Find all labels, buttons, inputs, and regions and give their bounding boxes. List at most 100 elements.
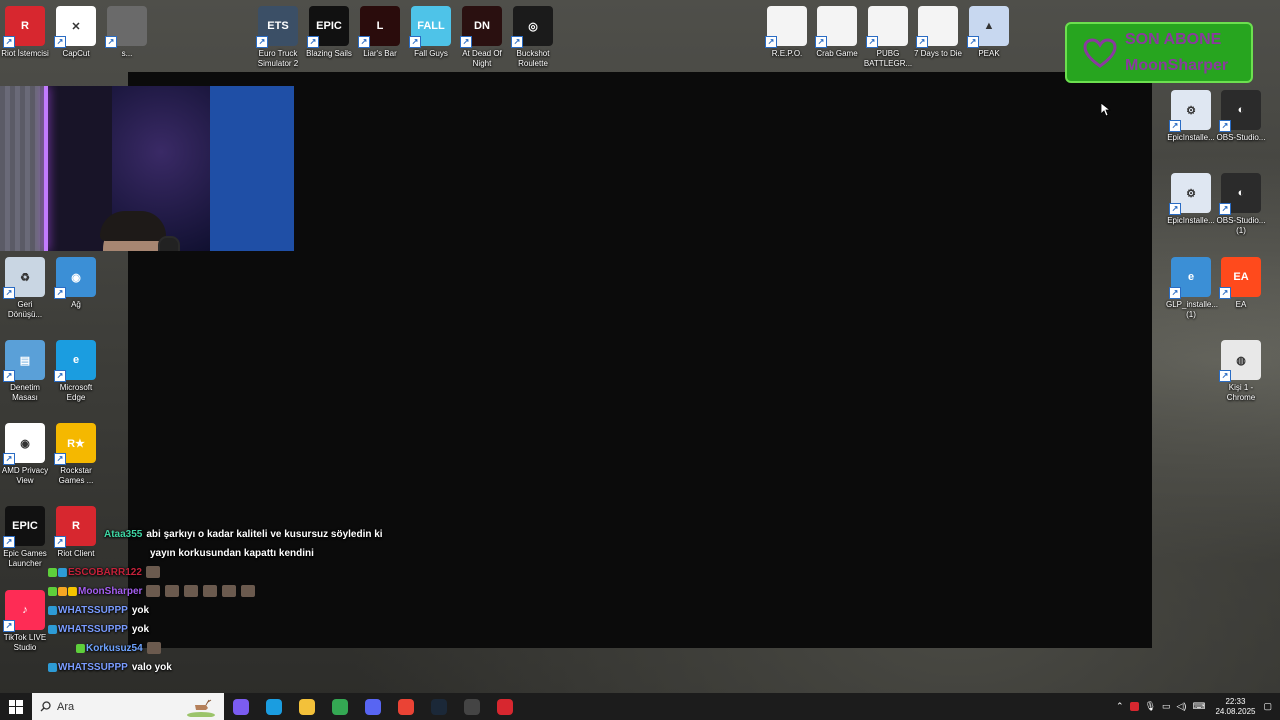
riot-i-stemcisi-icon: R ↗ bbox=[3, 6, 45, 48]
chat-emote-icon bbox=[165, 585, 180, 598]
chat-message: ESCOBARR122 bbox=[48, 563, 408, 582]
crab-game-icon: ↗ bbox=[815, 6, 857, 48]
desktop-icon-buckshot-roulette[interactable]: ◎ ↗ Buckshot Roulette bbox=[508, 6, 558, 69]
obs-studio-icon: ◐ ↗ bbox=[1219, 90, 1261, 132]
desktop-icon-label: OBS-Studio... (1) bbox=[1216, 216, 1266, 235]
notification-icon[interactable]: ▢ bbox=[1263, 701, 1272, 712]
peak-icon: ▲ ↗ bbox=[967, 6, 1009, 48]
chat-emote-icon bbox=[203, 585, 218, 598]
stream-chat: Ataa355 abi şarkıyı o kadar kaliteli ve k… bbox=[48, 525, 408, 677]
latest-subscriber-widget: SON ABONE MoonSharper bbox=[1065, 22, 1253, 83]
shortcut-arrow-icon: ↗ bbox=[1169, 287, 1181, 299]
desktop-icon-r-e-p-o[interactable]: ↗ R.E.P.O. bbox=[762, 6, 812, 59]
chat-username: WHATSSUPPP bbox=[58, 605, 128, 616]
chat-emote-icon bbox=[146, 585, 161, 598]
desktop-icon-obs-studio[interactable]: ◐ ↗ OBS-Studio... bbox=[1216, 90, 1266, 143]
desktop-icon-tiktok-live-studio[interactable]: ♪ ↗ TikTok LIVE Studio bbox=[0, 590, 50, 653]
desktop-icon-euro-truck-simulator-2[interactable]: ETS ↗ Euro Truck Simulator 2 bbox=[253, 6, 303, 69]
microsoft-edge-icon: e ↗ bbox=[54, 340, 96, 382]
taskbar-app-discord[interactable] bbox=[356, 693, 389, 720]
shortcut-arrow-icon: ↗ bbox=[1219, 370, 1231, 382]
taskbar-app-obs[interactable] bbox=[455, 693, 488, 720]
taskbar-app-steam[interactable] bbox=[422, 693, 455, 720]
shortcut-arrow-icon: ↗ bbox=[1169, 120, 1181, 132]
desktop-icon-label: TikTok LIVE Studio bbox=[3, 633, 47, 652]
desktop-icon-amd-privacy-view[interactable]: ◉ ↗ AMD Privacy View bbox=[0, 423, 50, 486]
chat-username: MoonSharper bbox=[78, 586, 143, 597]
chat-badge-icon bbox=[48, 662, 57, 672]
chat-badge-icon bbox=[58, 567, 67, 577]
desktop-icon-s[interactable]: ↗ s... bbox=[102, 6, 152, 59]
taskbar-app-edge[interactable] bbox=[257, 693, 290, 720]
liar-s-bar-icon: L ↗ bbox=[358, 6, 400, 48]
shortcut-arrow-icon: ↗ bbox=[3, 620, 15, 632]
desktop-icon-fall-guys[interactable]: FALL ↗ Fall Guys bbox=[406, 6, 456, 59]
shortcut-arrow-icon: ↗ bbox=[54, 370, 66, 382]
deer-illustration-icon bbox=[187, 699, 215, 717]
volume-icon[interactable]: ◁) bbox=[1177, 701, 1187, 712]
start-button[interactable] bbox=[0, 693, 32, 720]
geri-d-n-icon: ♻ ↗ bbox=[3, 257, 45, 299]
subscriber-name: MoonSharper bbox=[1125, 57, 1229, 74]
taskbar-app-chrome-profile[interactable] bbox=[389, 693, 422, 720]
ea-icon: EA ↗ bbox=[1219, 257, 1261, 299]
shortcut-arrow-icon: ↗ bbox=[54, 287, 66, 299]
desktop-icon-at-dead-of-night[interactable]: DN ↗ At Dead Of Night bbox=[457, 6, 507, 69]
desktop-icon-pubg-battlegr[interactable]: ↗ PUBG BATTLEGR... bbox=[863, 6, 913, 69]
desktop-icon-crab-game[interactable]: ↗ Crab Game bbox=[812, 6, 862, 59]
shortcut-arrow-icon: ↗ bbox=[3, 536, 15, 548]
taskbar-app-copilot[interactable] bbox=[224, 693, 257, 720]
amd-privacy-view-icon: ◉ ↗ bbox=[3, 423, 45, 465]
desktop-icon-blazing-sails[interactable]: EPIC ↗ Blazing Sails bbox=[304, 6, 354, 59]
desktop-icon-label: Riot İstemcisi bbox=[1, 49, 49, 58]
chat-badge-icon bbox=[58, 586, 67, 596]
desktop-icon-label: At Dead Of Night bbox=[462, 49, 502, 68]
chat-badge-icon bbox=[48, 624, 57, 634]
desktop-icon-label: Blazing Sails bbox=[306, 49, 352, 58]
desktop-icon-microsoft-edge[interactable]: e ↗ Microsoft Edge bbox=[51, 340, 101, 403]
desktop-icon-label: Geri Dönüşü... bbox=[7, 300, 43, 319]
desktop-icon-obs-studio-1[interactable]: ◐ ↗ OBS-Studio... (1) bbox=[1216, 173, 1266, 236]
desktop-icon-riot-i-stemcisi[interactable]: R ↗ Riot İstemcisi bbox=[0, 6, 50, 59]
desktop-icon-label: Ağ bbox=[71, 300, 81, 309]
desktop-icon-ki-i-1-chrome[interactable]: ◍ ↗ Kişi 1 - Chrome bbox=[1216, 340, 1266, 403]
chevron-up-icon[interactable]: ⌃ bbox=[1116, 701, 1124, 712]
taskbar-search-box[interactable]: Ara bbox=[32, 693, 224, 720]
discord-icon bbox=[364, 698, 381, 715]
desktop-icon-epicinstalle[interactable]: ⚙ ↗ EpicInstalle... bbox=[1166, 173, 1216, 226]
desktop-icon-capcut[interactable]: ✕ ↗ CapCut bbox=[51, 6, 101, 59]
taskbar-app-chrome[interactable] bbox=[323, 693, 356, 720]
a-icon: ◉ ↗ bbox=[54, 257, 96, 299]
desktop-icon-a[interactable]: ◉ ↗ Ağ bbox=[51, 257, 101, 310]
taskbar-app-riot-client[interactable] bbox=[488, 693, 521, 720]
shortcut-arrow-icon: ↗ bbox=[511, 36, 523, 48]
desktop-icon-label: s... bbox=[121, 49, 133, 58]
clock[interactable]: 22:33 24.08.2025 bbox=[1215, 697, 1255, 717]
shortcut-arrow-icon: ↗ bbox=[815, 36, 827, 48]
desktop-icon-liar-s-bar[interactable]: L ↗ Liar's Bar bbox=[355, 6, 405, 59]
network-icon[interactable]: ▭ bbox=[1162, 701, 1171, 712]
desktop-icon-geri-d-n[interactable]: ♻ ↗ Geri Dönüşü... bbox=[0, 257, 50, 320]
taskbar-app-file-explorer[interactable] bbox=[290, 693, 323, 720]
shortcut-arrow-icon: ↗ bbox=[409, 36, 421, 48]
desktop-icon-peak[interactable]: ▲ ↗ PEAK bbox=[964, 6, 1014, 59]
chat-badge-icon bbox=[76, 643, 85, 653]
desktop-icon-label: Epic Games Launcher bbox=[3, 549, 47, 568]
desktop-icon-rockstar-games[interactable]: R★ ↗ Rockstar Games ... bbox=[51, 423, 101, 486]
at-dead-of-night-icon: DN ↗ bbox=[460, 6, 502, 48]
search-icon bbox=[40, 701, 51, 712]
desktop-icon-epicinstalle[interactable]: ⚙ ↗ EpicInstalle... bbox=[1166, 90, 1216, 143]
desktop-icon-denetim-masas[interactable]: ▤ ↗ Denetim Masası bbox=[0, 340, 50, 403]
keyboard-icon[interactable]: ⌨ bbox=[1192, 701, 1205, 712]
riot-tray-icon[interactable] bbox=[1129, 702, 1139, 711]
chat-badge-icon bbox=[48, 586, 57, 596]
desktop-icon-epic-games-launcher[interactable]: EPIC ↗ Epic Games Launcher bbox=[0, 506, 50, 569]
obs-icon bbox=[463, 698, 480, 715]
desktop-icon-glp-installe-1[interactable]: e ↗ GLP_installe... (1) bbox=[1166, 257, 1218, 320]
desktop-icon-ea[interactable]: EA ↗ EA bbox=[1216, 257, 1266, 310]
epicinstalle-icon: ⚙ ↗ bbox=[1169, 173, 1211, 215]
microphone-icon[interactable]: 🎙 bbox=[1145, 701, 1156, 712]
desktop-icon-label: Denetim Masası bbox=[10, 383, 40, 402]
desktop-icon-7-days-to-die[interactable]: ↗ 7 Days to Die bbox=[913, 6, 963, 59]
heart-icon bbox=[1083, 38, 1117, 68]
